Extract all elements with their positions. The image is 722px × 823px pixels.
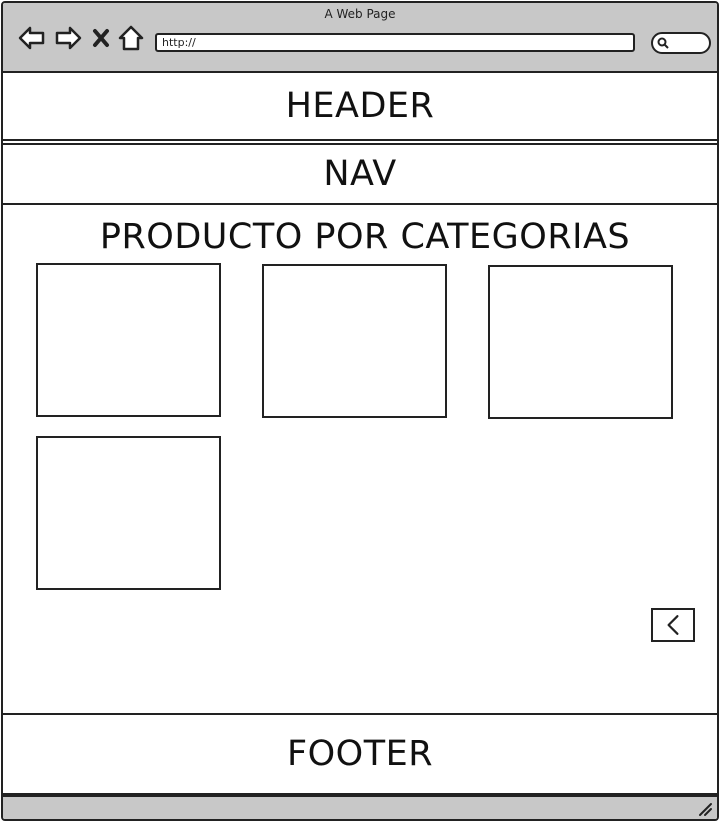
arrow-right-icon [55,26,82,50]
browser-toolbar: A Web Page http:// [3,3,717,73]
nav-label: NAV [323,154,397,194]
product-placeholder[interactable] [488,265,673,419]
main-content: PRODUCTO POR CATEGORIAS [3,205,717,713]
back-button[interactable] [17,23,47,53]
address-bar[interactable]: http:// [155,33,635,52]
product-placeholder[interactable] [262,264,447,418]
page-title: PRODUCTO POR CATEGORIAS [99,217,631,257]
previous-button[interactable] [651,608,695,642]
resize-grip-icon[interactable] [697,801,713,817]
search-icon [657,37,669,49]
close-icon [93,29,109,47]
arrow-left-icon [18,26,45,50]
status-bar [3,795,717,819]
nav-section: NAV [3,143,717,205]
footer-section: FOOTER [3,713,717,795]
header-label: HEADER [285,86,435,126]
header-section: HEADER [3,73,717,141]
footer-label: FOOTER [286,734,434,774]
window-title: A Web Page [324,7,396,21]
home-button[interactable] [117,23,145,53]
home-icon [118,25,144,51]
product-placeholder[interactable] [36,436,221,590]
browser-window: A Web Page http:// HEADER NAV PRODUCTO P… [1,1,719,821]
chevron-left-icon [667,615,679,635]
forward-button[interactable] [53,23,83,53]
product-placeholder[interactable] [36,263,221,417]
search-field[interactable] [651,32,711,54]
stop-button[interactable] [89,23,113,53]
